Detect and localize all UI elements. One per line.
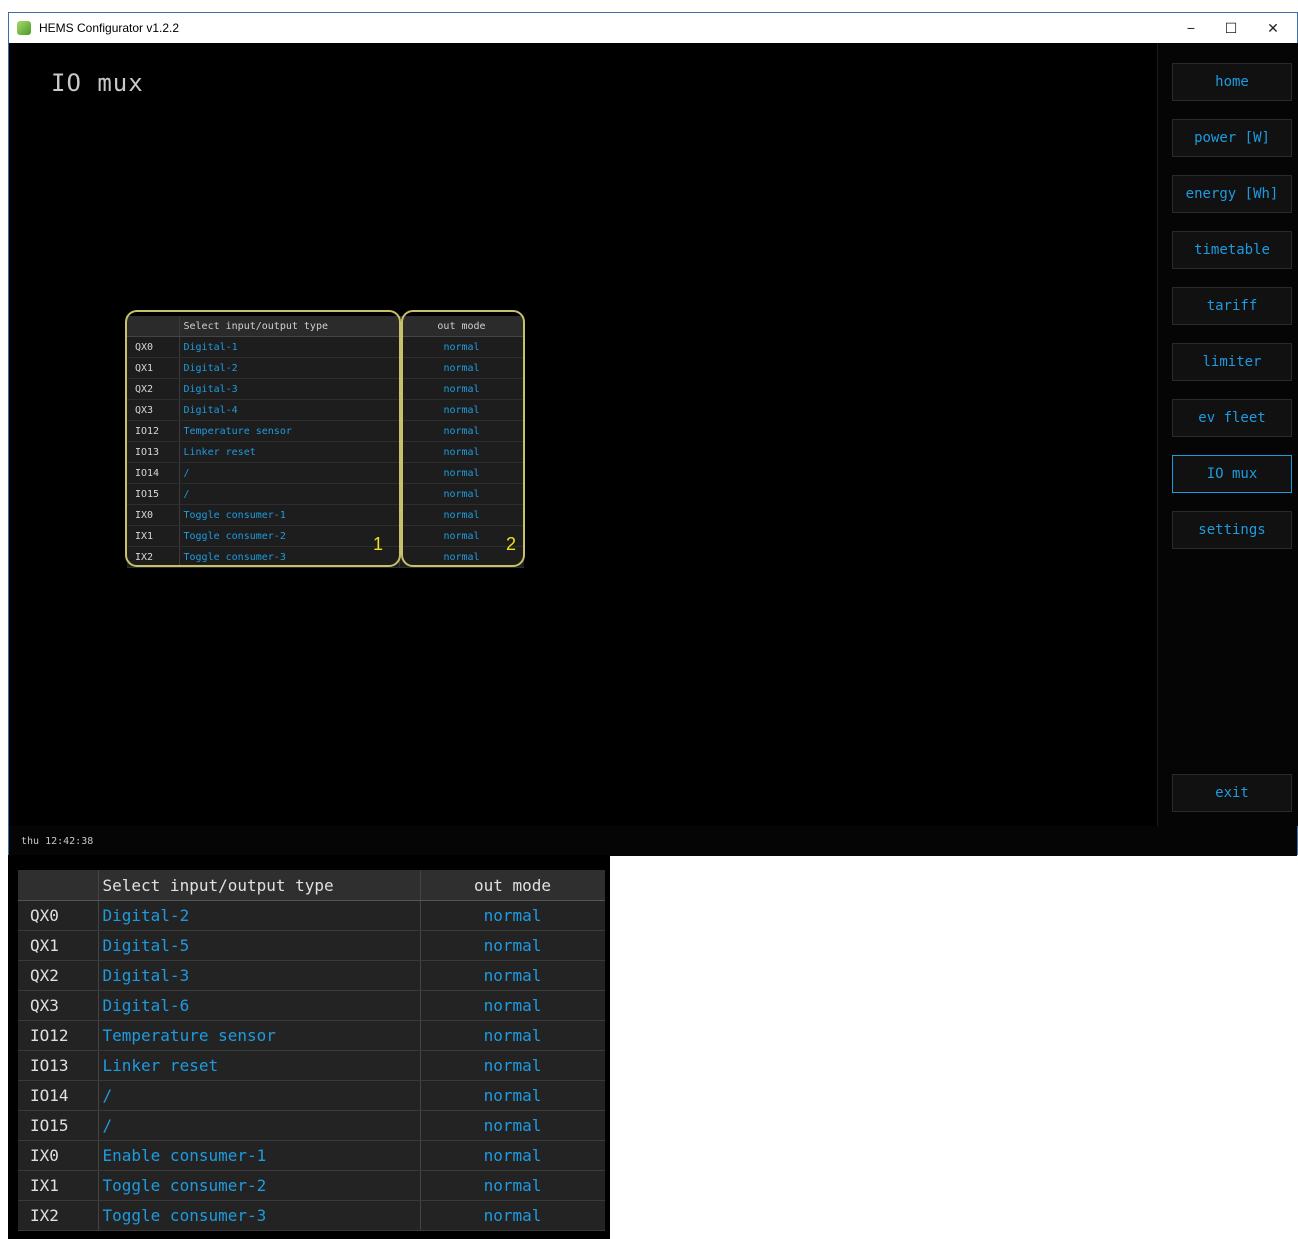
pin-cell: IO12	[18, 1020, 98, 1051]
pin-cell: QX3	[18, 990, 98, 1021]
pin-cell: IO14	[18, 1080, 98, 1111]
nav-tariff-button[interactable]: tariff	[1172, 287, 1292, 325]
callout-1: 1	[373, 534, 384, 554]
close-button[interactable]: ✕	[1253, 16, 1293, 40]
nav-energy-button[interactable]: energy [Wh]	[1172, 175, 1292, 213]
sidebar-nav: home power [W] energy [Wh] timetable tar…	[1157, 43, 1298, 826]
pin-cell: IX2	[18, 1200, 98, 1231]
out-mode-select[interactable]: normal	[419, 1020, 605, 1051]
table-row: QX1 Digital-5 normal	[18, 930, 605, 961]
pin-cell: QX2	[18, 960, 98, 991]
io-type-select[interactable]: Enable consumer-1	[97, 1140, 420, 1171]
callout-2: 2	[506, 534, 517, 554]
pin-column-header	[18, 870, 98, 901]
io-type-select[interactable]: Temperature sensor	[97, 1020, 420, 1051]
nav-power-button[interactable]: power [W]	[1172, 119, 1292, 157]
out-mode-select[interactable]: normal	[419, 900, 605, 931]
table-row: QX3 Digital-6 normal	[18, 990, 605, 1021]
io-type-select[interactable]: Toggle consumer-3	[97, 1200, 420, 1231]
out-mode-select[interactable]: normal	[419, 1140, 605, 1171]
io-mux-table-zoom: Select input/output type out mode QX0 Dig…	[18, 870, 605, 1231]
main-content: IO mux Select input/output type out mode…	[9, 43, 1157, 826]
io-type-select[interactable]: /	[97, 1110, 420, 1141]
io-type-select[interactable]: Linker reset	[97, 1050, 420, 1081]
minimize-button[interactable]: −	[1171, 16, 1211, 40]
maximize-button[interactable]: ☐	[1211, 16, 1251, 40]
page-title: IO mux	[51, 69, 144, 97]
pin-cell: IX0	[18, 1140, 98, 1171]
io-type-select[interactable]: Digital-5	[97, 930, 420, 961]
table-row: IO15/normal	[18, 1110, 605, 1141]
mode-column-outline	[401, 310, 525, 567]
table-row: IO12 Temperature sensor normal	[18, 1020, 605, 1051]
pin-cell: IX1	[18, 1170, 98, 1201]
nav-limiter-button[interactable]: limiter	[1172, 343, 1292, 381]
io-type-select[interactable]: Digital-3	[97, 960, 420, 991]
out-mode-select[interactable]: normal	[419, 1110, 605, 1141]
out-mode-select[interactable]: normal	[419, 960, 605, 991]
io-type-select[interactable]: /	[97, 1080, 420, 1111]
table-row: QX0 Digital-2 normal	[18, 900, 605, 931]
pin-cell: QX1	[18, 930, 98, 961]
mode-column-header: out mode	[419, 870, 605, 901]
out-mode-select[interactable]: normal	[419, 1170, 605, 1201]
table-row: QX2 Digital-3 normal	[18, 960, 605, 991]
title-bar: HEMS Configurator v1.2.2 − ☐ ✕	[9, 13, 1297, 43]
nav-settings-button[interactable]: settings	[1172, 511, 1292, 549]
table-row: IX1 Toggle consumer-2 normal	[18, 1170, 605, 1201]
nav-io-mux-button[interactable]: IO mux	[1172, 455, 1292, 493]
table-row: IX2 Toggle consumer-3 normal	[18, 1200, 605, 1231]
io-mux-table-zoom-panel: Select input/output type out mode QX0 Dig…	[8, 855, 610, 1239]
pin-cell: QX0	[18, 900, 98, 931]
io-type-select[interactable]: Toggle consumer-2	[97, 1170, 420, 1201]
type-column-outline	[125, 310, 401, 567]
out-mode-select[interactable]: normal	[419, 990, 605, 1021]
table-row: IO13 Linker reset normal	[18, 1050, 605, 1081]
exit-button[interactable]: exit	[1172, 774, 1292, 812]
out-mode-select[interactable]: normal	[419, 930, 605, 961]
nav-timetable-button[interactable]: timetable	[1172, 231, 1292, 269]
out-mode-select[interactable]: normal	[419, 1080, 605, 1111]
pin-cell: IO15	[18, 1110, 98, 1141]
pin-cell: IO13	[18, 1050, 98, 1081]
io-type-select[interactable]: Digital-2	[97, 900, 420, 931]
out-mode-select[interactable]: normal	[419, 1200, 605, 1231]
out-mode-select[interactable]: normal	[419, 1050, 605, 1081]
table-header-row: Select input/output type out mode	[18, 870, 605, 901]
status-clock: thu 12:42:38	[21, 836, 94, 847]
table-row: IX0 Enable consumer-1 normal	[18, 1140, 605, 1171]
io-type-select[interactable]: Digital-6	[97, 990, 420, 1021]
status-bar: thu 12:42:38	[9, 826, 1297, 856]
app-icon	[17, 21, 31, 35]
io-mux-table-panel: Select input/output type out mode QX0 Dig…	[125, 310, 525, 568]
nav-ev-fleet-button[interactable]: ev fleet	[1172, 399, 1292, 437]
window-title: HEMS Configurator v1.2.2	[39, 21, 180, 35]
app-window: HEMS Configurator v1.2.2 − ☐ ✕ IO mux Se…	[8, 12, 1298, 856]
type-column-header: Select input/output type	[97, 870, 420, 901]
table-row: IO14/normal	[18, 1080, 605, 1111]
nav-home-button[interactable]: home	[1172, 63, 1292, 101]
